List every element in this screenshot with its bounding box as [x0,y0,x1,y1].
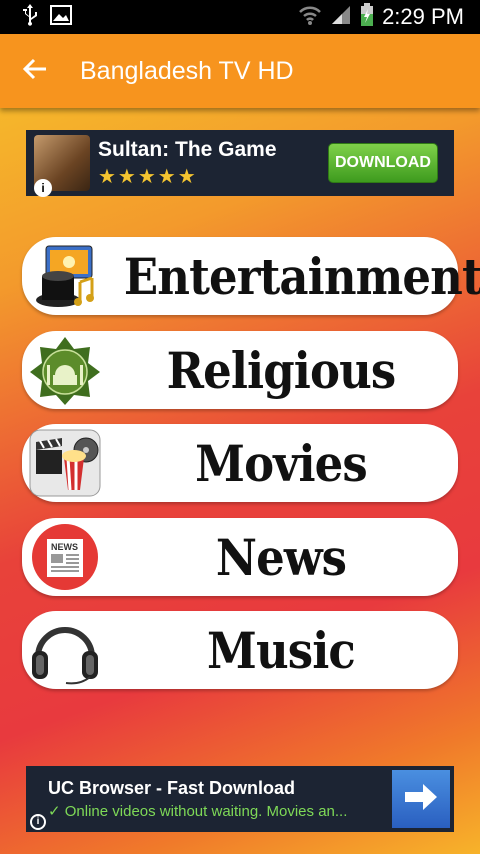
ad-thumbnail: i [34,135,90,197]
signal-icon [330,4,352,31]
app-bar: Bangladesh TV HD [0,34,480,108]
movies-icon [26,428,104,498]
ad-bottom-title: UC Browser - Fast Download [48,778,296,798]
ad-info-icon[interactable]: i [30,814,46,830]
app-title: Bangladesh TV HD [80,56,294,85]
ad-open-button[interactable] [392,770,450,828]
category-label: Music [207,620,356,680]
ad-title: Sultan: The Game [98,137,277,161]
category-movies[interactable]: Movies [22,424,458,502]
category-religious[interactable]: Religious [22,331,458,409]
back-button[interactable] [0,34,70,108]
category-label: News [215,527,347,587]
top-ad-banner[interactable]: i Sultan: The Game ★★★★★ DOWNLOAD [26,130,454,197]
mosque-icon [26,335,104,405]
category-label: Entertainment [123,246,480,306]
arrow-right-icon [403,782,439,817]
category-news[interactable]: NEWS News [22,518,458,596]
category-entertainment[interactable]: Entertainment [22,237,480,315]
bottom-ad-banner[interactable]: UC Browser - Fast Download ✓ Online vide… [26,766,454,832]
category-label: Movies [195,433,368,493]
battery-icon [360,2,374,32]
headphones-icon [26,615,104,685]
rating-stars: ★★★★★ [98,165,198,188]
status-time: 2:29 PM [382,4,464,29]
ad-info-icon[interactable]: i [34,179,52,197]
download-button[interactable]: DOWNLOAD [328,143,438,183]
arrow-left-icon [22,57,48,86]
status-bar: 2:29 PM [0,0,480,34]
svg-text:NEWS: NEWS [51,542,78,552]
news-icon: NEWS [26,522,104,592]
image-icon [50,4,72,30]
usb-icon [22,3,38,31]
wifi-icon [298,4,322,31]
entertainment-icon [26,241,104,311]
category-label: Religious [166,340,397,400]
category-music[interactable]: Music [22,611,458,689]
ad-bottom-subtitle: ✓ Online videos without waiting. Movies … [48,803,348,820]
